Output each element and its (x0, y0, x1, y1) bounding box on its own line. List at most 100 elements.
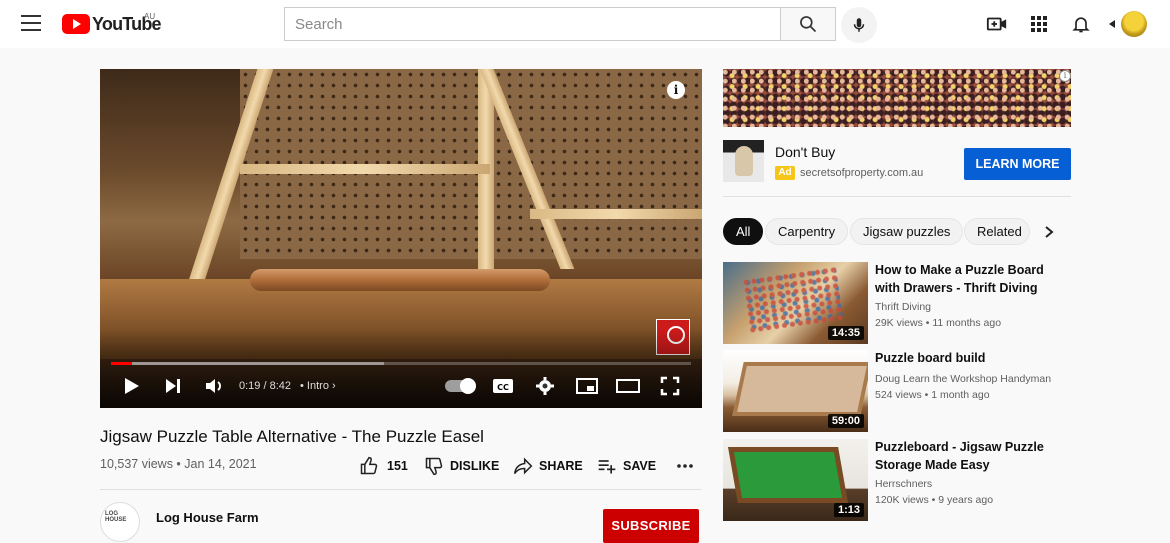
video-player[interactable]: i 0:19 / 8:42 • Intro › CC (100, 69, 702, 408)
apps-button[interactable] (1027, 12, 1051, 36)
voice-search-button[interactable] (841, 7, 877, 43)
chapter-button[interactable]: • Intro › (300, 380, 336, 392)
ad-thumbnail[interactable] (723, 140, 764, 182)
mute-button[interactable] (202, 374, 226, 398)
thumbs-up-icon (360, 456, 378, 475)
progress-buffer (111, 362, 384, 365)
add-to-playlist-icon (598, 460, 616, 474)
learn-more-button[interactable]: LEARN MORE (964, 148, 1071, 180)
controls-gradient (100, 329, 702, 408)
account-caret-icon (1108, 12, 1118, 36)
channel-avatar-text: LOG HOUSE (105, 511, 127, 523)
notifications-button[interactable] (1069, 12, 1093, 36)
recommendation-item[interactable]: 1:13 Puzzleboard - Jigsaw Puzzle Storage… (723, 439, 1071, 521)
share-icon (513, 457, 533, 475)
bell-icon (1072, 17, 1090, 33)
recommendation-title[interactable]: Puzzle board build (875, 350, 1065, 368)
dislike-button[interactable]: DISLIKE (424, 456, 499, 476)
chips-next-button[interactable] (1041, 224, 1057, 240)
video-frame-wood (530, 209, 702, 219)
like-count: 151 (387, 459, 408, 473)
like-button[interactable]: 151 (359, 456, 408, 476)
video-camera-plus-icon (986, 17, 1007, 31)
ad-banner-image[interactable] (723, 69, 1071, 127)
recommendation-channel[interactable]: Doug Learn the Workshop Handyman (875, 373, 1051, 385)
share-label: SHARE (539, 459, 583, 473)
video-thumbnail[interactable]: 1:13 (723, 439, 868, 521)
recommendation-item[interactable]: 59:00 Puzzle board build Doug Learn the … (723, 350, 1071, 432)
captions-button[interactable]: CC (491, 374, 515, 398)
play-button[interactable] (119, 374, 143, 398)
search-icon (800, 16, 817, 33)
account-avatar[interactable] (1121, 11, 1147, 37)
info-icon[interactable]: i (667, 81, 685, 99)
fullscreen-button[interactable] (658, 374, 682, 398)
youtube-play-icon (62, 14, 90, 34)
video-frame-wood (240, 164, 490, 174)
divider (723, 196, 1071, 197)
search-box (284, 7, 781, 41)
ad-info-icon[interactable]: i (1059, 70, 1071, 82)
video-thumbnail[interactable]: 59:00 (723, 350, 868, 432)
progress-played (111, 362, 132, 365)
miniplayer-icon (576, 378, 598, 394)
recommendation-stats: 524 views • 1 month ago (875, 389, 990, 401)
apps-grid-icon (1031, 16, 1047, 32)
volume-icon (206, 379, 221, 393)
chip-jigsaw-puzzles[interactable]: Jigsaw puzzles (850, 218, 964, 245)
video-duration: 59:00 (827, 414, 864, 428)
video-duration: 14:35 (827, 326, 864, 340)
recommendation-stats: 120K views • 9 years ago (875, 494, 994, 506)
video-meta: 10,537 views • Jan 14, 2021 (100, 457, 257, 471)
recommendation-channel[interactable]: Thrift Diving (875, 301, 931, 313)
search-input[interactable] (285, 8, 780, 40)
miniplayer-button[interactable] (575, 374, 599, 398)
share-button[interactable]: SHARE (513, 456, 583, 476)
recommendation-item[interactable]: 14:35 How to Make a Puzzle Board with Dr… (723, 262, 1071, 344)
video-duration: 1:13 (833, 503, 864, 517)
more-actions-button[interactable] (676, 456, 694, 476)
top-bar: YouTube AU (0, 0, 1170, 48)
video-frame-dowel (250, 269, 550, 291)
next-icon (166, 379, 180, 393)
video-frame-wood (478, 69, 494, 284)
subscribe-button[interactable]: SUBSCRIBE (603, 509, 699, 543)
time-display: 0:19 / 8:42 (239, 380, 291, 392)
play-icon (125, 378, 139, 394)
region-code: AU (144, 12, 156, 21)
chip-related[interactable]: Related (964, 218, 1030, 245)
fullscreen-icon (660, 376, 680, 396)
search-button[interactable] (780, 7, 836, 41)
ad-domain: secretsofproperty.com.au (800, 167, 924, 179)
chip-all[interactable]: All (723, 218, 764, 245)
autoplay-toggle[interactable] (445, 378, 476, 394)
create-video-button[interactable] (985, 12, 1009, 36)
thumbs-down-icon (425, 457, 443, 476)
progress-bar[interactable] (111, 362, 691, 365)
channel-avatar[interactable]: LOG HOUSE (100, 502, 140, 542)
chevron-right-icon (1045, 226, 1054, 238)
recommendation-channel[interactable]: Herrschners (875, 478, 932, 490)
settings-button[interactable] (533, 374, 557, 398)
save-button[interactable]: SAVE (597, 456, 656, 476)
svg-text:CC: CC (497, 383, 509, 392)
dislike-label: DISLIKE (450, 459, 500, 473)
ad-title[interactable]: Don't Buy (775, 144, 835, 160)
divider (100, 489, 702, 490)
chip-carpentry[interactable]: Carpentry (765, 218, 849, 245)
save-label: SAVE (623, 459, 657, 473)
microphone-icon (853, 18, 865, 32)
recommendation-title[interactable]: How to Make a Puzzle Board with Drawers … (875, 262, 1065, 297)
menu-icon[interactable] (21, 15, 41, 31)
theater-mode-icon (616, 379, 640, 393)
video-thumbnail[interactable]: 14:35 (723, 262, 868, 344)
more-horizontal-icon (677, 464, 693, 468)
chapter-title: Intro (306, 380, 329, 392)
next-button[interactable] (161, 374, 185, 398)
ad-badge: Ad (775, 166, 795, 180)
closed-captions-icon: CC (493, 379, 513, 393)
recommendation-stats: 29K views • 11 months ago (875, 317, 1002, 329)
channel-name[interactable]: Log House Farm (156, 510, 259, 525)
theater-mode-button[interactable] (616, 374, 640, 398)
recommendation-title[interactable]: Puzzleboard - Jigsaw Puzzle Storage Made… (875, 439, 1065, 474)
